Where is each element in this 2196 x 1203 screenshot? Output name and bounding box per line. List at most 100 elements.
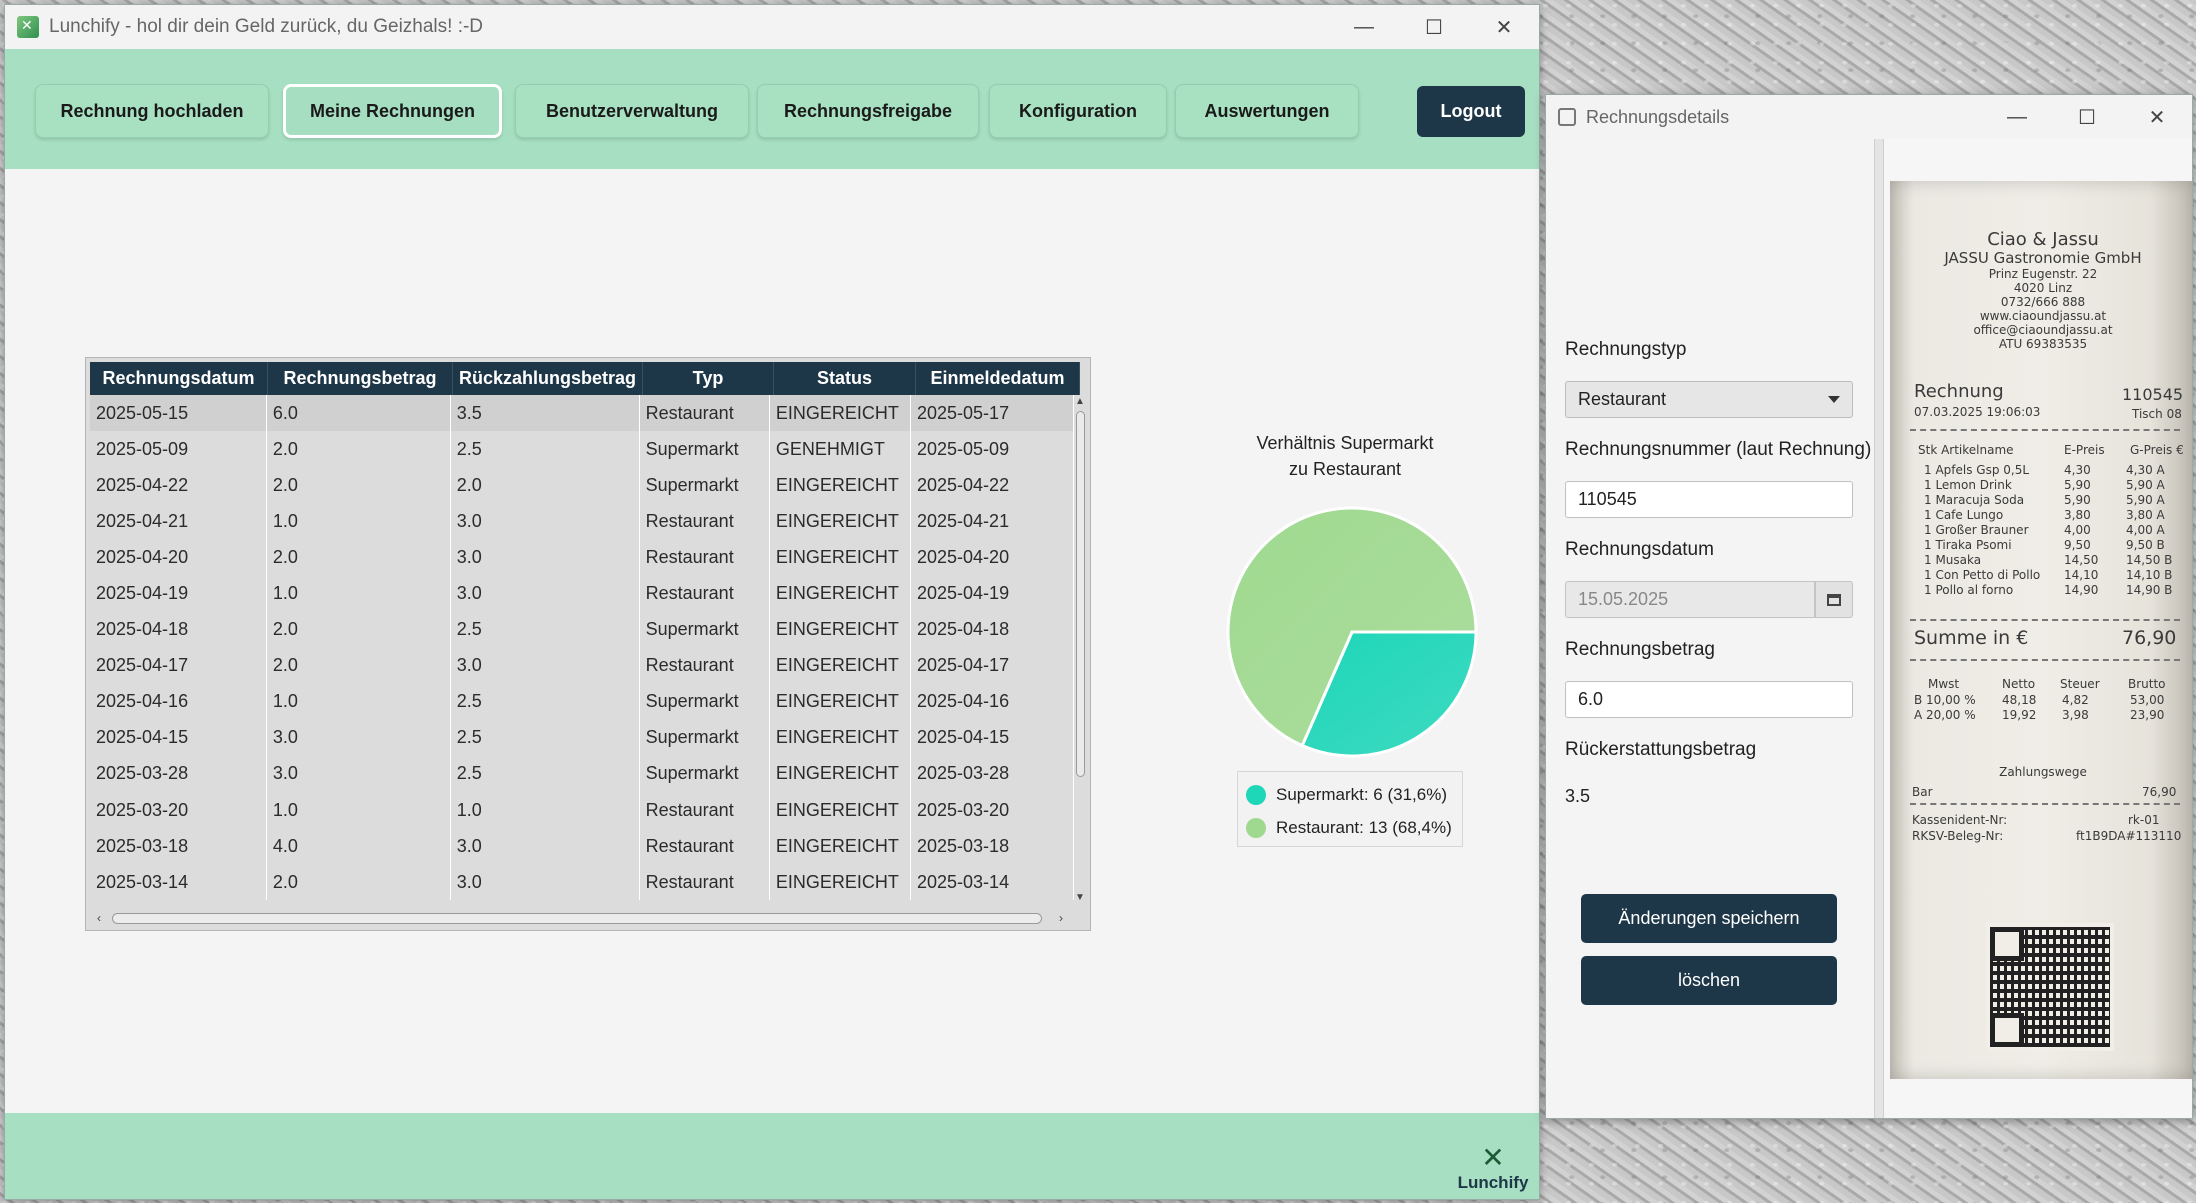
table-cell: GENEHMIGT [770, 431, 911, 468]
minimize-button[interactable]: — [1329, 5, 1399, 49]
receipt-item-cell: 1 Lemon Drink [1924, 478, 2012, 492]
receipt-datetime: 07.03.2025 19:06:03 [1914, 405, 2041, 419]
table-cell: 2025-04-16 [911, 683, 1074, 720]
receipt-col-header: G-Preis € [2130, 443, 2184, 457]
column-header[interactable]: Einmeldedatum [916, 362, 1080, 395]
table-cell: EINGEREICHT [770, 611, 911, 648]
receipt-kassen-value: rk-01 [2128, 813, 2160, 827]
receipt-separator [1910, 659, 2180, 661]
table-row[interactable]: 2025-05-09 2.0 2.5 Supermarkt GENEHMIGT 2025-… [90, 431, 1074, 468]
invoice-date-input[interactable]: 15.05.2025 [1565, 581, 1815, 618]
table-cell: 6.0 [267, 395, 451, 432]
table-cell: 2025-03-20 [911, 792, 1074, 829]
table-row[interactable]: 2025-04-15 3.0 2.5 Supermarkt EINGEREICHT 202… [90, 719, 1074, 756]
table-cell: 2.5 [451, 431, 640, 468]
receipt-tax-header: Steuer [2060, 677, 2100, 691]
table-cell: 2.5 [451, 755, 640, 793]
nav-rechnungsfreigabe-button[interactable]: Rechnungsfreigabe [757, 84, 979, 138]
table-cell: 3.5 [451, 395, 640, 432]
vertical-scrollbar[interactable]: ▲ ▼ [1073, 395, 1087, 905]
table-row[interactable]: 2025-05-15 6.0 3.5 Restaurant EINGEREICHT 202… [90, 395, 1074, 432]
delete-button[interactable]: löschen [1581, 956, 1837, 1005]
column-header[interactable]: Rechnungsdatum [90, 362, 268, 395]
table-row[interactable]: 2025-04-18 2.0 2.5 Supermarkt EINGEREICHT 202… [90, 611, 1074, 648]
table-row[interactable]: 2025-03-18 4.0 3.0 Restaurant EINGEREICHT 202… [90, 828, 1074, 865]
nav-meine-rechnungen-button[interactable]: Meine Rechnungen [283, 84, 502, 138]
nav-benutzerverwaltung-button[interactable]: Benutzerverwaltung [515, 84, 749, 138]
table-cell: Restaurant [640, 864, 770, 901]
scroll-down-arrow-icon[interactable]: ▼ [1073, 891, 1087, 905]
maximize-button[interactable]: ☐ [1399, 5, 1469, 49]
invoice-number-input[interactable]: 110545 [1565, 481, 1853, 518]
save-changes-button[interactable]: Änderungen speichern [1581, 894, 1837, 943]
table-cell: 3.0 [451, 864, 640, 901]
table-row[interactable]: 2025-04-17 2.0 3.0 Restaurant EINGEREICHT 202… [90, 647, 1074, 684]
nav-auswertungen-button[interactable]: Auswertungen [1175, 84, 1359, 138]
horizontal-scrollbar[interactable]: ‹ › [90, 909, 1074, 927]
logout-button[interactable]: Logout [1417, 86, 1525, 137]
type-select[interactable]: Restaurant [1565, 381, 1853, 418]
table-cell: 2025-04-19 [911, 575, 1074, 612]
table-cell: 2025-03-14 [90, 864, 267, 901]
column-header[interactable]: Status [774, 362, 916, 395]
table-header: Rechnungsdatum Rechnungsbetrag Rückzahlu… [90, 362, 1080, 395]
receipt-header-line: 0732/666 888 [2000, 295, 2086, 309]
table-cell: Restaurant [640, 395, 770, 432]
type-select-value: Restaurant [1578, 389, 1667, 409]
nav-rechnung-hochladen-button[interactable]: Rechnung hochladen [35, 84, 269, 138]
receipt-col-header: E-Preis [2064, 443, 2105, 457]
table-cell: 1.0 [267, 575, 451, 612]
column-header[interactable]: Rechnungsbetrag [268, 362, 453, 395]
table-cell: EINGEREICHT [770, 539, 911, 576]
invoice-amount-input[interactable]: 6.0 [1565, 681, 1853, 718]
table-cell: 2.0 [267, 647, 451, 684]
nav-konfiguration-button[interactable]: Konfiguration [989, 84, 1167, 138]
close-button[interactable]: ✕ [2122, 95, 2192, 139]
receipt-header-line: Prinz Eugenstr. 22 [1988, 267, 2098, 281]
split-pane-divider[interactable] [1874, 139, 1884, 1118]
receipt-separator [1910, 429, 2180, 431]
column-header[interactable]: Typ [643, 362, 774, 395]
table-row[interactable]: 2025-04-16 1.0 2.5 Supermarkt EINGEREICHT 202… [90, 683, 1074, 720]
receipt-item-cell: 14,50 B [2126, 553, 2173, 567]
table-cell: 2025-04-18 [911, 611, 1074, 648]
minimize-button[interactable]: — [1982, 95, 2052, 139]
horizontal-scroll-thumb[interactable] [112, 912, 1042, 924]
receipt-item-cell: 5,90 A [2126, 478, 2165, 492]
invoices-table: Rechnungsdatum Rechnungsbetrag Rückzahlu… [85, 357, 1091, 931]
date-label: Rechnungsdatum [1565, 539, 1714, 560]
scroll-up-arrow-icon[interactable]: ▲ [1073, 395, 1087, 409]
receipt-header-line: www.ciaoundjassu.at [1979, 309, 2107, 323]
table-cell: EINGEREICHT [770, 683, 911, 720]
column-header[interactable]: Rückzahlungsbetrag [453, 362, 643, 395]
close-button[interactable]: ✕ [1469, 5, 1539, 49]
table-body: 2025-05-15 6.0 3.5 Restaurant EINGEREICHT 202… [90, 395, 1074, 905]
receipt-bar-label: Bar [1912, 785, 1933, 799]
table-row[interactable]: 2025-04-21 1.0 3.0 Restaurant EINGEREICHT 202… [90, 503, 1074, 540]
amount-label: Rechnungsbetrag [1565, 639, 1715, 660]
receipt-item-cell: 3,80 A [2126, 508, 2165, 522]
table-cell: Supermarkt [640, 755, 770, 793]
maximize-button[interactable]: ☐ [2052, 95, 2122, 139]
table-cell: Restaurant [640, 792, 770, 829]
table-cell: 2025-04-22 [90, 467, 267, 504]
table-row[interactable]: 2025-03-14 2.0 3.0 Restaurant EINGEREICHT 202… [90, 864, 1074, 901]
date-picker-button[interactable] [1815, 581, 1853, 618]
table-cell: 1.0 [451, 792, 640, 829]
table-cell: Restaurant [640, 647, 770, 684]
scroll-left-arrow-icon[interactable]: ‹ [90, 911, 108, 925]
vertical-scroll-thumb[interactable] [1075, 411, 1085, 777]
legend-label: Supermarkt: 6 (31,6%) [1276, 784, 1448, 804]
table-row[interactable]: 2025-03-28 3.0 2.5 Supermarkt EINGEREICHT 202… [90, 755, 1074, 793]
table-cell: 2025-03-28 [90, 755, 267, 793]
table-cell: Restaurant [640, 575, 770, 612]
receipt-item-cell: 14,50 [2064, 553, 2099, 567]
table-cell: EINGEREICHT [770, 864, 911, 901]
table-cell: 2025-04-17 [90, 647, 267, 684]
table-row[interactable]: 2025-04-19 1.0 3.0 Restaurant EINGEREICHT 202… [90, 575, 1074, 612]
table-row[interactable]: 2025-04-22 2.0 2.0 Supermarkt EINGEREICHT 202… [90, 467, 1074, 504]
receipt-item-cell: 4,00 [2064, 523, 2091, 537]
scroll-right-arrow-icon[interactable]: › [1052, 911, 1070, 925]
table-row[interactable]: 2025-03-20 1.0 1.0 Restaurant EINGEREICHT 202… [90, 792, 1074, 829]
table-row[interactable]: 2025-04-20 2.0 3.0 Restaurant EINGEREICHT 202… [90, 539, 1074, 576]
